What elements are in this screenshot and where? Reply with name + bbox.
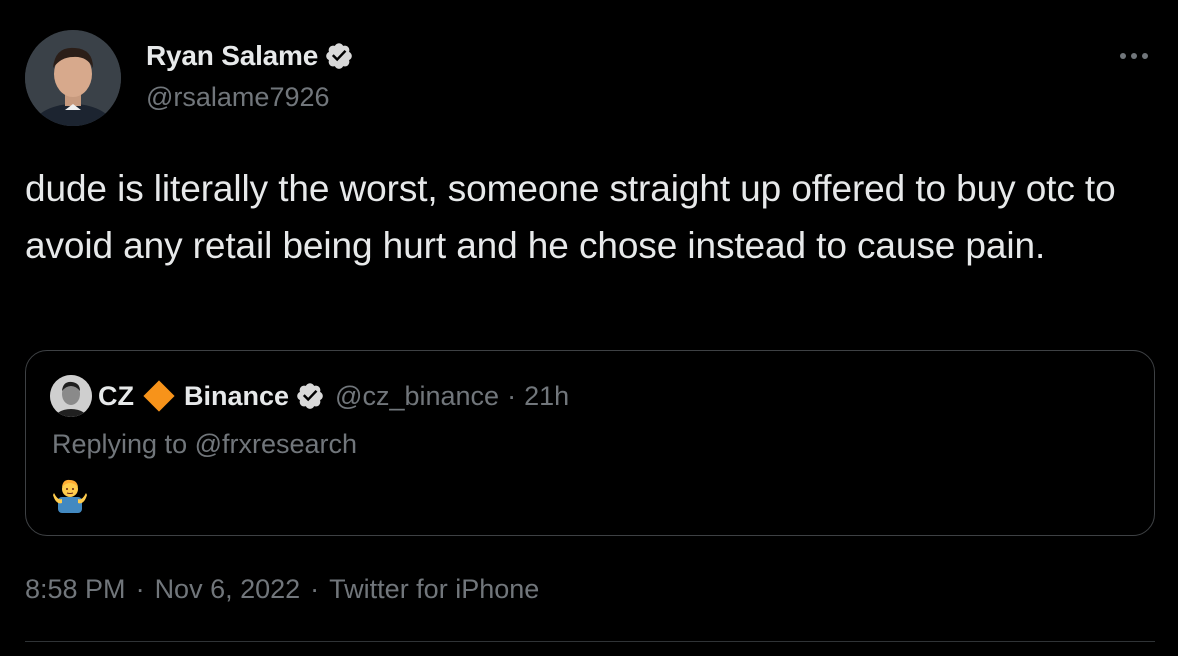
quoted-replying-to: Replying to @frxresearch xyxy=(52,429,358,459)
quoted-tweet-header: CZ Binance @cz_binance · 21h xyxy=(50,375,569,417)
tweet-time[interactable]: 8:58 PM xyxy=(25,574,126,605)
author-display-name[interactable]: Ryan Salame xyxy=(146,40,318,72)
quoted-author-avatar xyxy=(50,375,92,417)
author-avatar[interactable] xyxy=(25,30,121,126)
more-dots-icon xyxy=(1120,53,1148,59)
tweet-date[interactable]: Nov 6, 2022 xyxy=(155,574,301,605)
tweet-meta: 8:58 PM · Nov 6, 2022 · Twitter for iPho… xyxy=(25,574,539,605)
person-shrugging-emoji-icon xyxy=(53,479,87,513)
quoted-name-suffix: Binance xyxy=(184,380,290,411)
tweet-text: dude is literally the worst, someone str… xyxy=(25,168,1116,266)
quoted-verified-badge-icon xyxy=(297,383,323,409)
verified-badge-icon xyxy=(326,43,352,69)
quoted-timestamp: 21h xyxy=(524,380,570,411)
meta-separator: · xyxy=(135,574,145,604)
binance-diamond-icon xyxy=(143,380,175,412)
divider xyxy=(25,641,1155,642)
more-options-button[interactable] xyxy=(1116,38,1152,74)
quoted-tweet-card[interactable]: CZ Binance @cz_binance · 21h Replying to… xyxy=(25,350,1155,536)
quoted-handle: @cz_binance xyxy=(335,380,500,411)
quoted-separator: · xyxy=(507,380,517,411)
quoted-name-prefix: CZ xyxy=(98,380,134,411)
author-handle[interactable]: @rsalame7926 xyxy=(146,82,330,113)
tweet-source: Twitter for iPhone xyxy=(329,574,540,604)
author-name-row[interactable]: Ryan Salame xyxy=(146,40,354,72)
meta-separator: · xyxy=(310,574,320,604)
